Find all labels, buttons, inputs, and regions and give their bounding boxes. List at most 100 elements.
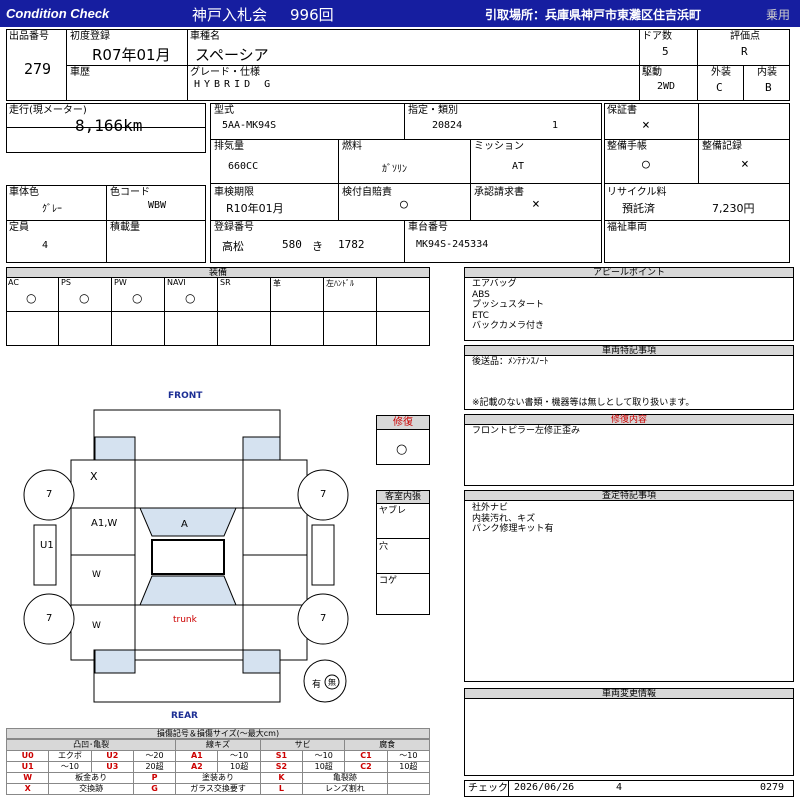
insurance-value: ○ — [400, 197, 408, 212]
equipment-name: PW — [114, 278, 127, 287]
legend-cell: 〜10 — [48, 761, 92, 773]
plate-kana: き — [312, 240, 323, 253]
legend-cell: A1 — [175, 750, 219, 762]
legend-cell: 10超 — [302, 761, 346, 773]
displacement-label: 排気量 — [214, 141, 244, 152]
equipment-cell — [377, 312, 430, 346]
legend-cell: U1 — [5, 761, 50, 773]
damage-legend: 損傷記号＆損傷サイズ(〜最大cm) 凸凹･亀裂 線キズ サビ 腐食 U0 エクボ U2 〜20… — [5, 728, 431, 795]
header-title-left: Condition Check — [6, 6, 110, 21]
chassis-value: MK94S-245334 — [416, 239, 489, 250]
appeal-title: アピールポイント — [465, 268, 793, 278]
displacement-value: 660CC — [228, 161, 259, 172]
equipment-name: 革 — [273, 279, 281, 288]
equipment-value: ○ — [185, 291, 196, 305]
score-value: R — [741, 45, 748, 58]
legend-cell — [386, 783, 431, 795]
color-value: ｸﾞﾚｰ — [42, 204, 62, 215]
plate-area: 高松 — [222, 240, 244, 253]
notes-line-2: ※記載のない書類・機器等は無しとして取り扱います。 — [472, 398, 695, 408]
equipment-value: ○ — [79, 291, 90, 305]
mileage-label: 走行(現メーター) — [9, 105, 87, 116]
legend-cell: 板金あり — [48, 772, 134, 784]
equipment-cell — [165, 312, 218, 346]
mark-w1: W — [92, 570, 101, 580]
repair-value: ○ — [396, 442, 408, 457]
equipment-name: SR — [220, 278, 231, 287]
insurance-label: 検付自賠責 — [342, 187, 392, 198]
grade-label: グレード・仕様 — [190, 67, 260, 78]
assessment-title: 査定特記事項 — [465, 491, 793, 501]
fuel-value: ｶﾞｿﾘﾝ — [382, 164, 407, 175]
legend-cell: 腐食 — [344, 739, 430, 751]
color-code-label: 色コード — [110, 187, 150, 198]
legend-cell: レンズ割れ — [302, 783, 388, 795]
legend-cell: 線キズ — [175, 739, 261, 751]
assessment-item: 社外ナビ — [472, 503, 509, 513]
check-label: チェック — [468, 783, 508, 794]
repair-label: 修復 — [377, 416, 429, 430]
exterior-value: C — [716, 81, 723, 94]
equipment-grid: AC ○ PS ○ PW ○ NAVI ○ SR 革 左ﾊﾝﾄﾞﾙ — [6, 278, 430, 346]
trunk-label: trunk — [173, 615, 197, 625]
check-number: 4 — [616, 782, 623, 793]
tire-front-left: 7 — [46, 489, 53, 500]
legend-cell: 〜20 — [132, 750, 177, 762]
legend-cell: U3 — [90, 761, 134, 773]
mark-a: A — [181, 519, 188, 530]
appeal-item: ETC — [472, 310, 489, 321]
plate-class: 580 — [282, 238, 302, 251]
sale-number: 996回 — [290, 6, 334, 24]
equipment-name: 左ﾊﾝﾄﾞﾙ — [326, 279, 354, 288]
warranty-value: × — [642, 118, 650, 133]
recycle-status: 預託済 — [622, 202, 655, 215]
equipment-cell: 左ﾊﾝﾄﾞﾙ — [324, 278, 377, 312]
equipment-name: NAVI — [167, 278, 186, 287]
designation-label: 指定・類別 — [408, 105, 458, 116]
model-label: 型式 — [214, 105, 234, 116]
legend-cell: W — [5, 772, 50, 784]
changes-box — [464, 688, 794, 776]
interior-tear: ヤブレ — [379, 506, 407, 516]
check-code: 0279 — [760, 782, 785, 793]
legend-cell: A2 — [175, 761, 219, 773]
mileage-value: 8,166km — [75, 116, 143, 135]
approval-label: 承認請求書 — [474, 187, 524, 198]
rear-label: REAR — [171, 711, 198, 721]
tire-rear-right: 7 — [320, 613, 327, 624]
first-reg-value: R07年01月 — [92, 46, 171, 64]
lot-label: 出品番号 — [9, 31, 49, 42]
equipment-value: ○ — [26, 291, 37, 305]
legend-title: 損傷記号＆損傷サイズ(〜最大cm) — [6, 728, 430, 739]
legend-cell: サビ — [259, 739, 346, 751]
tire-front-right: 7 — [320, 489, 327, 500]
spare-tire-mark: 無 — [328, 678, 336, 687]
legend-cell: S1 — [259, 750, 304, 762]
legend-cell: P — [132, 772, 177, 784]
warranty-label: 保証書 — [607, 105, 637, 116]
interior-title: 客室内張 — [377, 491, 429, 504]
color-label: 車体色 — [9, 187, 39, 198]
appeal-item: バックカメラ付き — [472, 321, 545, 331]
legend-cell: S2 — [259, 761, 304, 773]
equipment-cell: NAVI ○ — [165, 278, 218, 312]
first-reg-label: 初度登録 — [70, 31, 110, 42]
approval-value: × — [532, 197, 540, 212]
interior-burn: コゲ — [379, 576, 398, 586]
category-number: 1 — [552, 120, 559, 131]
mark-a1w: A1,W — [91, 518, 118, 529]
equipment-cell — [324, 312, 377, 346]
record-value: × — [741, 157, 749, 172]
equipment-value: ○ — [132, 291, 143, 305]
manual-label: 整備手帳 — [607, 141, 647, 152]
mark-w2: W — [92, 621, 101, 631]
vehicle-category: 乗用 — [766, 8, 791, 22]
mark-x: X — [90, 470, 98, 483]
tire-rear-left: 7 — [46, 613, 53, 624]
changes-title: 車両変更情報 — [465, 689, 793, 699]
manual-value: ○ — [642, 157, 650, 172]
notes-title: 車両特記事項 — [465, 346, 793, 356]
equipment-cell — [59, 312, 112, 346]
drive-value: 2WD — [657, 81, 676, 92]
assessment-list: 社外ナビ 内装汚れ、キズ パンク修理キット有 — [472, 503, 553, 535]
